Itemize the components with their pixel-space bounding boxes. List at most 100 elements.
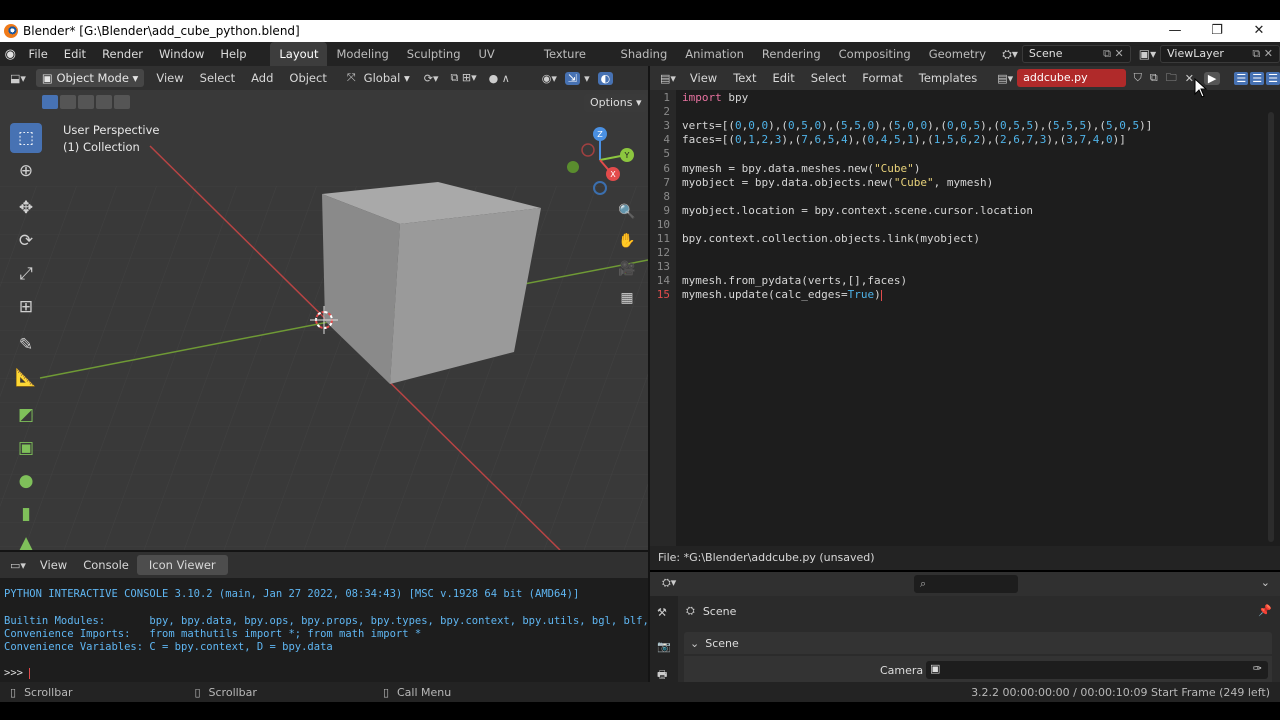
tab-shading[interactable]: Shading — [612, 42, 677, 66]
text-menu-format[interactable]: Format — [854, 71, 911, 85]
camera-view-icon[interactable]: 🎥 — [615, 257, 639, 281]
menu-window[interactable]: Window — [151, 47, 212, 61]
scene-panel[interactable]: ⌄ Scene — [684, 632, 1272, 654]
select-mode-intersect-icon[interactable] — [114, 95, 130, 109]
view-layer-field[interactable]: ViewLayer ⧉ ✕ — [1160, 45, 1280, 63]
annotate-tool[interactable]: ✎ — [10, 330, 42, 360]
viewport-menu-view[interactable]: View — [148, 71, 191, 85]
menu-render[interactable]: Render — [94, 47, 151, 61]
transform-tool[interactable]: ⊞ — [10, 292, 42, 322]
options-button[interactable]: Options ▾ — [584, 94, 648, 112]
text-menu-templates[interactable]: Templates — [911, 71, 985, 85]
select-box-tool[interactable]: ⬚ — [10, 123, 42, 153]
perspective-toggle-icon[interactable]: ▦ — [615, 286, 639, 310]
properties-editor-type-icon[interactable]: ⛭▾ — [662, 576, 676, 590]
tab-sculpting[interactable]: Sculpting — [398, 42, 470, 66]
transform-orientation-dropdown[interactable]: Global ▾ — [356, 71, 418, 85]
tab-geometry-nodes[interactable]: Geometry Noc — [920, 42, 997, 85]
properties-search-field[interactable]: ⌕ — [914, 575, 1018, 593]
console-menu-icon-viewer[interactable]: Icon Viewer — [136, 555, 228, 575]
text-menu-text[interactable]: Text — [725, 71, 764, 85]
copy-view-layer-icon[interactable]: ⧉ ✕ — [1252, 46, 1273, 62]
restore-button[interactable]: ❐ — [1196, 20, 1238, 42]
pivot-icon[interactable]: ⟳▾ — [424, 72, 439, 85]
gizmo-toggle-icon[interactable]: ⇲ — [564, 71, 581, 85]
select-mode-subtract-icon[interactable] — [78, 95, 94, 109]
text-filename-field[interactable]: addcube.py — [1017, 69, 1126, 87]
code-line[interactable]: bpy.context.collection.objects.link(myob… — [682, 232, 980, 245]
overlays-icon[interactable]: ▾ — [584, 72, 590, 85]
tab-modeling[interactable]: Modeling — [327, 42, 397, 66]
proportional-edit-icon[interactable]: ● ∧ — [489, 72, 510, 85]
menu-file[interactable]: File — [21, 47, 56, 61]
scale-tool[interactable]: ⤢ — [10, 259, 42, 289]
unlink-text-icon[interactable]: ✕ — [1185, 72, 1194, 85]
select-mode-new-icon[interactable] — [42, 95, 58, 109]
object-mode-dropdown[interactable]: ▣ Object Mode ▾ — [35, 69, 145, 87]
visibility-icon[interactable]: ◉▾ — [542, 72, 557, 85]
code-line[interactable]: mymesh.from_pydata(verts,[],faces) — [682, 274, 907, 287]
select-mode-extend-icon[interactable] — [60, 95, 76, 109]
close-button[interactable]: ✕ — [1238, 20, 1280, 42]
new-text-icon[interactable]: ⧉ — [1150, 71, 1158, 85]
cursor-tool[interactable]: ⊕ — [10, 156, 42, 186]
eyedropper-icon[interactable]: ✑ — [1253, 662, 1262, 675]
rotate-tool[interactable]: ⟳ — [10, 226, 42, 256]
python-console[interactable]: PYTHON INTERACTIVE CONSOLE 3.10.2 (main,… — [0, 578, 712, 682]
line-numbers-toggle-icon[interactable]: ☰ — [1234, 71, 1249, 85]
measure-tool[interactable]: 📐 — [10, 363, 42, 393]
fake-user-icon[interactable]: ⛉ — [1134, 71, 1142, 85]
code-line[interactable]: faces=[(0,1,2,3),(7,6,5,4),(0,4,5,1),(1,… — [682, 133, 1126, 146]
navigation-gizmo[interactable]: Z Y X — [566, 126, 636, 198]
add-cylinder-tool[interactable]: ▮ — [10, 499, 42, 529]
properties-options-icon[interactable]: ⌄ — [1261, 576, 1270, 589]
text-editor-body[interactable] — [650, 90, 1280, 546]
text-editor-scrollbar[interactable] — [1268, 112, 1274, 542]
console-editor-type-icon[interactable]: ▭▾ — [0, 559, 32, 572]
snap-icon[interactable]: ⧉ ⊞▾ — [451, 71, 477, 85]
pin-icon[interactable]: 📌 — [1258, 604, 1272, 617]
move-tool[interactable]: ✥ — [10, 193, 42, 223]
minimize-button[interactable]: — — [1154, 20, 1196, 42]
code-line[interactable]: mymesh.update(calc_edges=True) — [682, 288, 882, 301]
editor-type-icon[interactable]: ⬓▾ — [0, 72, 32, 85]
tab-texture-paint[interactable]: Texture Paint — [535, 42, 612, 85]
code-line[interactable]: verts=[(0,0,0),(0,5,0),(5,5,0),(5,0,0),(… — [682, 119, 1152, 132]
tab-rendering[interactable]: Rendering — [753, 42, 830, 66]
console-prompt[interactable]: >>> — [4, 667, 31, 679]
copy-scene-icon[interactable]: ⧉ ✕ — [1103, 46, 1124, 62]
scene-field[interactable]: Scene ⧉ ✕ — [1021, 45, 1131, 63]
code-line[interactable]: import bpy — [682, 91, 748, 104]
open-text-icon[interactable]: 🗀 — [1166, 69, 1177, 88]
text-menu-edit[interactable]: Edit — [764, 71, 802, 85]
tab-compositing[interactable]: Compositing — [830, 42, 920, 66]
render-properties-icon[interactable]: 📷 — [657, 640, 671, 653]
add-plane-tool[interactable]: ◩ — [10, 400, 42, 430]
text-browse-icon[interactable]: ▤▾ — [997, 72, 1013, 85]
viewport-menu-select[interactable]: Select — [192, 71, 243, 85]
console-menu-console[interactable]: Console — [75, 558, 137, 572]
code-line[interactable]: mymesh = bpy.data.meshes.new("Cube") — [682, 162, 920, 175]
viewport-menu-add[interactable]: Add — [243, 71, 281, 85]
menu-help[interactable]: Help — [212, 47, 254, 61]
word-wrap-toggle-icon[interactable]: ☰ — [1250, 71, 1265, 85]
overlays-toggle-icon[interactable]: ◐ — [597, 71, 614, 85]
viewport-menu-object[interactable]: Object — [281, 71, 334, 85]
zoom-icon[interactable]: 🔍 — [615, 200, 639, 224]
text-editor-type-icon[interactable]: ▤▾ — [650, 72, 682, 85]
add-cube-tool[interactable]: ▣ — [10, 433, 42, 463]
text-menu-view[interactable]: View — [682, 71, 725, 85]
3d-viewport[interactable] — [0, 66, 648, 550]
camera-field[interactable]: ▣ ✑ — [926, 661, 1268, 679]
view-layer-icon[interactable]: ▣▾ — [1139, 47, 1156, 61]
scene-type-icon[interactable]: ⛭▾ — [1002, 47, 1018, 62]
select-mode-invert-icon[interactable] — [96, 95, 112, 109]
syntax-highlight-toggle-icon[interactable]: ☰ — [1266, 71, 1280, 85]
blender-menu-icon[interactable]: ◉ — [0, 47, 21, 62]
tab-uv-editing[interactable]: UV Editing — [470, 42, 535, 85]
text-menu-select[interactable]: Select — [803, 71, 854, 85]
console-menu-view[interactable]: View — [32, 558, 75, 572]
tab-animation[interactable]: Animation — [676, 42, 753, 66]
tool-properties-icon[interactable]: ⚒ — [657, 606, 667, 619]
tab-layout[interactable]: Layout — [270, 42, 328, 66]
